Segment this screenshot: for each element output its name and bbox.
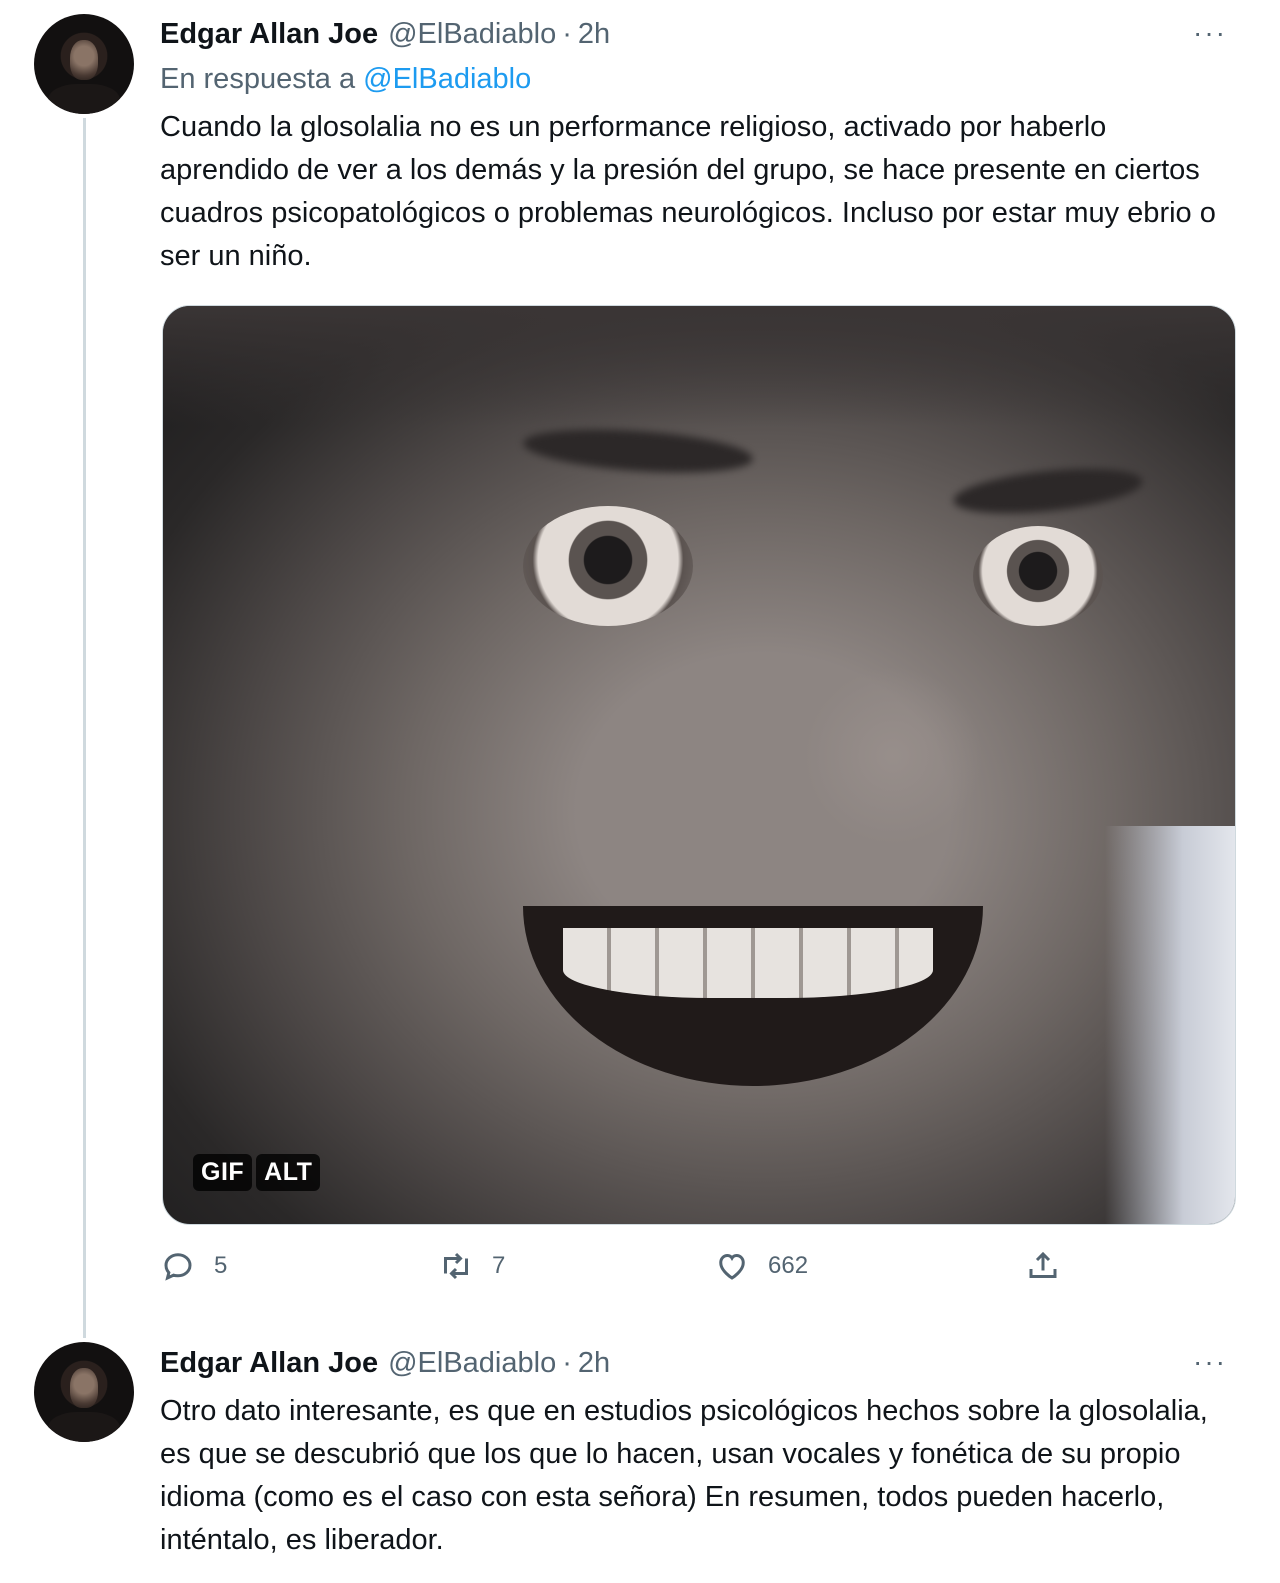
avatar[interactable]	[34, 14, 134, 114]
author-name[interactable]: Edgar Allan Joe	[160, 1347, 378, 1380]
more-options-icon[interactable]: ···	[1190, 1346, 1230, 1377]
author-handle[interactable]: @ElBadiablo	[388, 18, 556, 51]
tweet-header: Edgar Allan Joe @ElBadiablo · 2h	[160, 14, 610, 54]
reply-count: 5	[214, 1252, 228, 1279]
tweet-text: Cuando la glosolalia no es un performanc…	[160, 111, 1216, 272]
retweet-icon	[444, 1252, 468, 1280]
separator-dot: ·	[562, 1346, 572, 1379]
share-button[interactable]	[1025, 1248, 1061, 1284]
timestamp[interactable]: 2h	[578, 18, 610, 51]
timestamp[interactable]: 2h	[578, 1347, 610, 1380]
tweet[interactable]: Edgar Allan Joe @ElBadiablo · 2h ··· Otr…	[0, 1320, 1280, 1583]
thread-connector-line	[83, 118, 86, 1338]
more-options-icon[interactable]: ···	[1190, 17, 1230, 48]
tweet-actions: 5 7 662	[160, 1248, 1240, 1298]
separator-dot: ·	[562, 17, 572, 50]
author-name[interactable]: Edgar Allan Joe	[160, 18, 378, 51]
heart-icon	[719, 1253, 745, 1280]
avatar[interactable]	[34, 1342, 134, 1442]
alt-badge[interactable]: ALT	[256, 1154, 321, 1191]
share-icon	[1029, 1251, 1057, 1278]
like-button[interactable]: 662	[714, 1248, 808, 1284]
tweet-header: Edgar Allan Joe @ElBadiablo · 2h	[160, 1343, 610, 1383]
like-count: 662	[768, 1252, 809, 1279]
tweet-media-gif[interactable]: GIF ALT	[162, 305, 1236, 1225]
author-handle[interactable]: @ElBadiablo	[388, 1347, 556, 1380]
media-badges: GIF ALT	[193, 1154, 321, 1191]
gif-badge: GIF	[193, 1154, 253, 1191]
retweet-button[interactable]: 7	[438, 1248, 505, 1284]
reply-icon	[164, 1253, 192, 1281]
tweet-text: Otro dato interesante, es que en estudio…	[160, 1395, 1208, 1556]
retweet-count: 7	[492, 1252, 506, 1279]
reply-context: En respuesta a @ElBadiablo	[160, 63, 531, 96]
tweet[interactable]: Edgar Allan Joe @ElBadiablo · 2h ··· En …	[0, 0, 1280, 1338]
reply-mention-link[interactable]: @ElBadiablo	[363, 63, 531, 95]
reply-button[interactable]: 5	[160, 1248, 227, 1284]
reply-prefix: En respuesta a	[160, 63, 356, 95]
